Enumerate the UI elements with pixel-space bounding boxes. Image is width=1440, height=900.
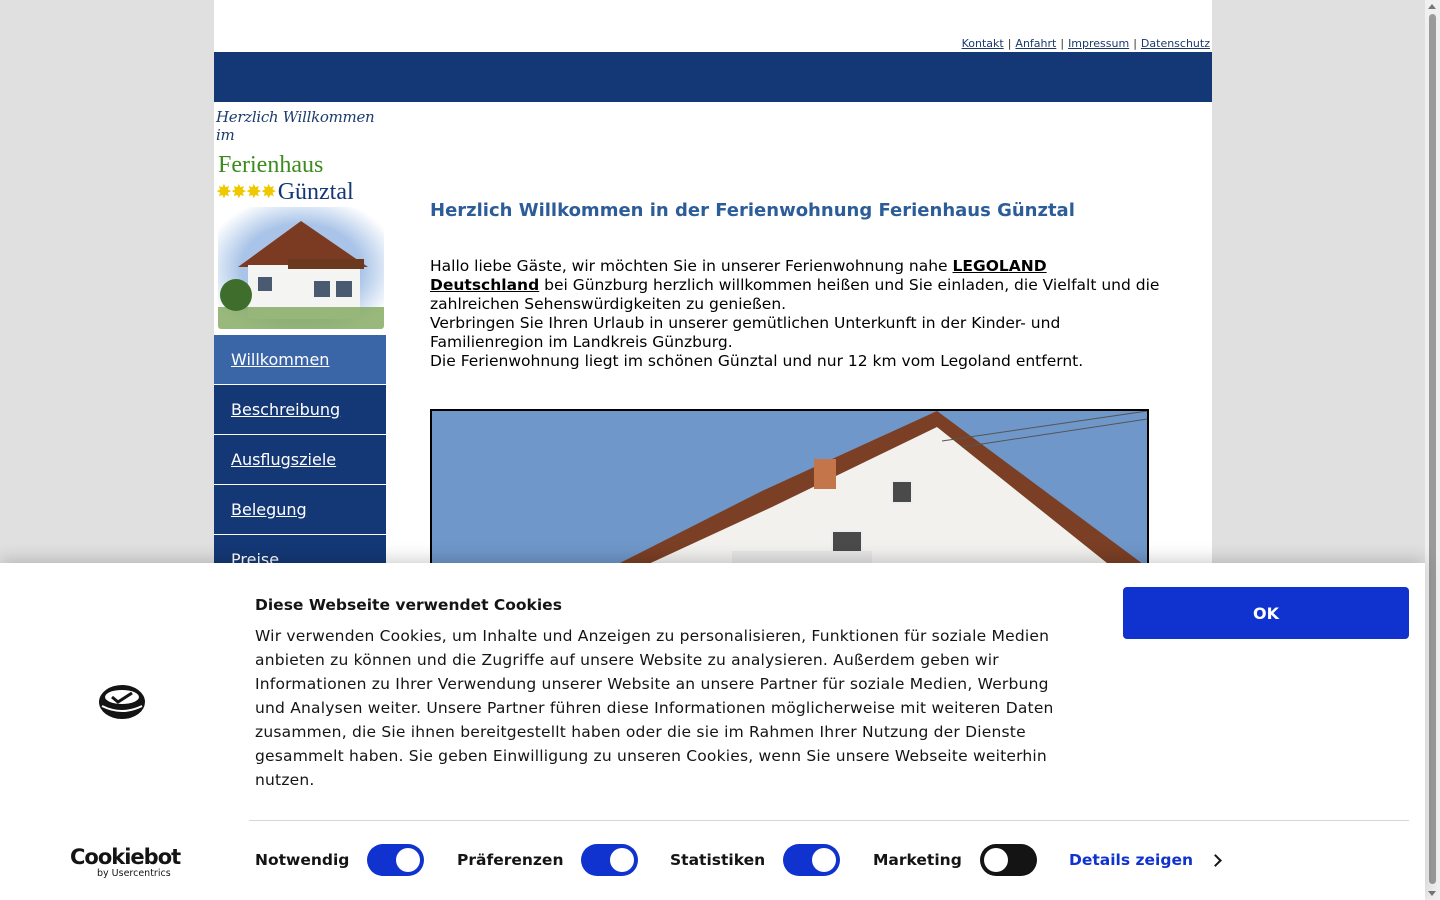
- page-scrollbar[interactable]: [1425, 0, 1440, 900]
- intro-paragraph: Hallo liebe Gäste, wir möchten Sie in un…: [430, 257, 1160, 370]
- nav-item-beschreibung[interactable]: Beschreibung: [214, 385, 386, 435]
- link-kontakt[interactable]: Kontakt: [962, 37, 1004, 50]
- cookie-ok-button[interactable]: OK: [1123, 587, 1409, 639]
- header-banner: [214, 52, 1212, 102]
- link-datenschutz[interactable]: Datenschutz: [1141, 37, 1210, 50]
- toggle-statistiken[interactable]: [783, 844, 841, 876]
- top-links: Kontakt | Anfahrt | Impressum | Datenschutz: [961, 37, 1210, 50]
- toggle-notwendig[interactable]: [367, 844, 425, 876]
- link-impressum[interactable]: Impressum: [1068, 37, 1129, 50]
- logo-name-2: Günztal: [277, 179, 354, 205]
- scroll-down-icon[interactable]: [1428, 891, 1436, 896]
- cookie-text: Wir verwenden Cookies, um Inhalte und An…: [255, 627, 1054, 789]
- cookie-title: Diese Webseite verwendet Cookies: [255, 596, 562, 614]
- toggle-group-statistiken: Statistiken: [670, 844, 841, 876]
- toggle-label-notwendig: Notwendig: [255, 851, 350, 869]
- nav-item-ausflugsziele[interactable]: Ausflugsziele: [214, 435, 386, 485]
- toggle-label-marketing: Marketing: [873, 851, 962, 869]
- toggle-label-statistiken: Statistiken: [670, 851, 766, 869]
- logo-tagline: Herzlich Willkommen im: [216, 108, 375, 144]
- toggle-marketing[interactable]: [979, 844, 1037, 876]
- nav-item-willkommen[interactable]: Willkommen: [214, 335, 386, 385]
- cookiebot-icon: [98, 684, 146, 724]
- chevron-right-icon: [1209, 853, 1222, 867]
- house-thumbnail: [218, 207, 384, 329]
- toggle-group-marketing: Marketing: [873, 844, 1037, 876]
- toggle-group-praeferenzen: Präferenzen: [457, 844, 639, 876]
- logo-stars: ✸✸✸✸: [216, 181, 277, 203]
- scrollbar-thumb[interactable]: [1429, 14, 1436, 884]
- side-nav: Willkommen Beschreibung Ausflugsziele Be…: [214, 335, 386, 585]
- cookie-banner: Diese Webseite verwendet Cookies Wir ver…: [0, 563, 1425, 900]
- toggle-group-notwendig: Notwendig: [255, 844, 425, 876]
- scroll-up-icon[interactable]: [1428, 4, 1436, 9]
- toggle-praeferenzen[interactable]: [581, 844, 639, 876]
- toggle-label-praeferenzen: Präferenzen: [457, 851, 564, 869]
- site-logo[interactable]: Herzlich Willkommen im Ferienhaus ✸✸✸✸ G…: [216, 108, 388, 204]
- page-title: Herzlich Willkommen in der Ferienwohnung…: [430, 200, 1075, 221]
- link-anfahrt[interactable]: Anfahrt: [1015, 37, 1056, 50]
- cookiebot-logo[interactable]: Cookiebot by Usercentrics: [70, 846, 181, 879]
- cookie-divider: [249, 820, 1409, 821]
- main-content: Herzlich Willkommen in der Ferienwohnung…: [430, 200, 1160, 371]
- logo-name-1: Ferienhaus: [218, 152, 324, 178]
- details-link[interactable]: Details zeigen: [1069, 851, 1222, 869]
- house-photo: [430, 409, 1149, 569]
- nav-item-belegung[interactable]: Belegung: [214, 485, 386, 535]
